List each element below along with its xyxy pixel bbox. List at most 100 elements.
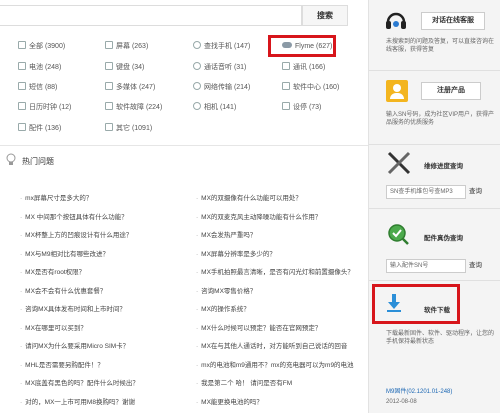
hot-question-link[interactable]: MX会不会有什么优惠套餐？ <box>20 286 185 297</box>
category-label: 多媒体 (247) <box>116 84 156 91</box>
hot-question-link[interactable]: mx屏幕尺寸是多大的？ <box>20 193 185 204</box>
section-divider <box>0 145 368 146</box>
hot-question-link[interactable]: MX手机拍照最言清晰，是否有闪光灯和前置摄像头？ <box>196 267 366 278</box>
category-label: 短信 (88) <box>29 84 58 91</box>
highlight-box-flyme <box>268 35 336 57</box>
headset-icon <box>386 12 406 29</box>
hot-question-link[interactable]: MX的双麦克风主动降噪功能有什么作用？ <box>196 212 366 223</box>
register-product-button[interactable]: 注册产品 <box>421 82 481 100</box>
bug-icon <box>105 102 113 110</box>
category-label: 通讯 (166) <box>293 64 326 71</box>
hot-question-link[interactable]: 我是第二个 哈！ 请问是否有FM <box>196 378 366 389</box>
tools-icon <box>387 151 411 175</box>
category-link[interactable]: 查找手机 (147) <box>193 41 250 53</box>
hot-questions-title: 热门问题 <box>22 157 54 166</box>
hot-question-link[interactable]: MX与M9相对比有哪些改进？ <box>20 249 185 260</box>
accessory-query-button[interactable]: 查询 <box>469 259 482 273</box>
category-link[interactable]: 通讯 (166) <box>282 62 325 74</box>
hot-question-link[interactable]: MX什么时候可以预定？能否在官网预定？ <box>196 323 366 334</box>
app-center-icon <box>282 82 290 90</box>
search-input[interactable] <box>0 5 302 26</box>
category-link[interactable]: 设停 (73) <box>282 102 321 114</box>
category-label: 键盘 (34) <box>116 64 145 71</box>
hot-question-link[interactable]: MX 中间那个按钮具体有什么功能？ <box>20 212 185 223</box>
hot-question-link[interactable]: MX会发热严重吗？ <box>196 230 366 241</box>
category-link[interactable]: 其它 (1091) <box>105 123 152 135</box>
main-content: 搜索 全部 (3900) 屏幕 (263) 查找手机 (147) Flyme (627… <box>0 0 368 413</box>
category-label: 通话音听 (31) <box>204 64 247 71</box>
category-link[interactable]: 软件故障 (224) <box>105 102 162 114</box>
category-label: 网络传输 (214) <box>204 84 251 91</box>
hot-question-link[interactable]: 请问MX为什么要采用Micro SIM卡？ <box>20 341 185 352</box>
calendar-icon <box>18 102 26 110</box>
category-link[interactable]: 屏幕 (263) <box>105 41 148 53</box>
category-label: 全部 (3900) <box>29 43 66 50</box>
online-service-button[interactable]: 对话在线客服 <box>421 12 485 30</box>
repair-progress-label: 维修进度查询 <box>424 163 463 170</box>
category-label: 屏幕 (263) <box>116 43 149 50</box>
sms-icon <box>282 62 290 70</box>
category-label: 日历时钟 (12) <box>29 104 72 111</box>
user-register-icon <box>386 80 408 102</box>
hot-question-link[interactable]: MX能更换电池的吗？ <box>196 397 366 408</box>
sidebar-divider <box>369 70 500 71</box>
category-link[interactable]: 网络传输 (214) <box>193 82 250 94</box>
category-label: 软件中心 (160) <box>293 84 340 91</box>
hot-question-link[interactable]: MX在与其他人通话时，对方能听到自己说话的回音 <box>196 341 366 352</box>
category-label: 查找手机 (147) <box>204 43 251 50</box>
category-label: 其它 (1091) <box>116 125 153 132</box>
sidebar-divider <box>369 144 500 145</box>
sidebar: 对话在线客服 未搜索到的问题及答复，可以直接咨询在线客服，获得答复 注册产品 输… <box>368 0 500 413</box>
hot-question-link[interactable]: MX是否有root权限？ <box>20 267 185 278</box>
category-label: 电池 (248) <box>29 64 62 71</box>
hot-question-link[interactable]: MX屏幕分辨率是多少的？ <box>196 249 366 260</box>
software-download-button[interactable]: 软件下载 <box>424 304 450 314</box>
category-link[interactable]: 全部 (3900) <box>18 41 65 53</box>
network-icon <box>193 82 201 90</box>
locate-phone-icon <box>193 41 201 49</box>
repair-sn-input[interactable]: SN查手机维包号查MP3 <box>386 185 466 199</box>
hot-question-link[interactable]: 咨询MX具体发布时间和上市时间？ <box>20 304 185 315</box>
search-button[interactable]: 搜索 <box>302 5 348 26</box>
magnifier-check-icon <box>388 224 409 245</box>
category-link[interactable]: 多媒体 (247) <box>105 82 155 94</box>
repair-query-button[interactable]: 查询 <box>469 185 482 199</box>
battery-icon <box>18 62 26 70</box>
keyboard-icon <box>105 62 113 70</box>
screen-icon <box>105 41 113 49</box>
service-note: 未搜索到的问题及答复，可以直接咨询在线客服，获得答复 <box>386 39 495 53</box>
grid-icon <box>18 41 26 49</box>
accessory-auth-label: 配件真伪查询 <box>424 235 463 242</box>
hot-question-link[interactable]: 咨询MX零售价格？ <box>196 286 366 297</box>
category-link[interactable]: 短信 (88) <box>18 82 57 94</box>
hot-question-link[interactable]: MX杯整上方的凹痕设计有什么用途？ <box>20 230 185 241</box>
category-link[interactable]: 通话音听 (31) <box>193 62 246 74</box>
settings-icon <box>282 102 290 110</box>
accessory-icon <box>18 123 26 131</box>
category-link[interactable]: 软件中心 (160) <box>282 82 339 94</box>
camera-icon <box>193 102 201 110</box>
category-link[interactable]: 键盘 (34) <box>105 62 144 74</box>
hot-question-link[interactable]: MX的操作系统？ <box>196 304 366 315</box>
category-link[interactable]: 配件 (136) <box>18 123 61 135</box>
category-link[interactable]: 日历时钟 (12) <box>18 102 71 114</box>
hot-question-link[interactable]: 对的，MX一上市可用M8换购吗？谢谢 <box>20 397 185 408</box>
hot-question-link[interactable]: mx的电池和m9通用不？mx的充电器可以为m9的电池 <box>196 360 366 371</box>
phone-icon <box>193 62 201 70</box>
sidebar-divider <box>369 208 500 209</box>
hot-question-link[interactable]: MX在哪里可以买到？ <box>20 323 185 334</box>
category-label: 相机 (141) <box>204 104 237 111</box>
hot-question-link[interactable]: MX底盖有黑色的吗？配件什么时候出？ <box>20 378 185 389</box>
category-label: 软件故障 (224) <box>116 104 163 111</box>
sidebar-divider <box>369 280 500 281</box>
download-arrow-icon <box>387 294 401 312</box>
firmware-link[interactable]: M9固件(02.1201.01-248) <box>386 388 496 396</box>
accessory-sn-input[interactable]: 输入配件SN号 <box>386 259 466 273</box>
hot-question-link[interactable]: MHL是否需要另购配件！？ <box>20 360 185 371</box>
category-label: 配件 (136) <box>29 125 62 132</box>
hot-question-link[interactable]: MX的双摄像有什么功能可以用处？ <box>196 193 366 204</box>
register-note: 输入SN号码，成为社区VIP用户，获得产品服务的优质服务 <box>386 112 495 126</box>
category-link[interactable]: 相机 (141) <box>193 102 236 114</box>
category-link[interactable]: 电池 (248) <box>18 62 61 74</box>
download-note: 下载最新固件、软件、驱动程序，让您的手机保持最新状态 <box>386 331 495 345</box>
